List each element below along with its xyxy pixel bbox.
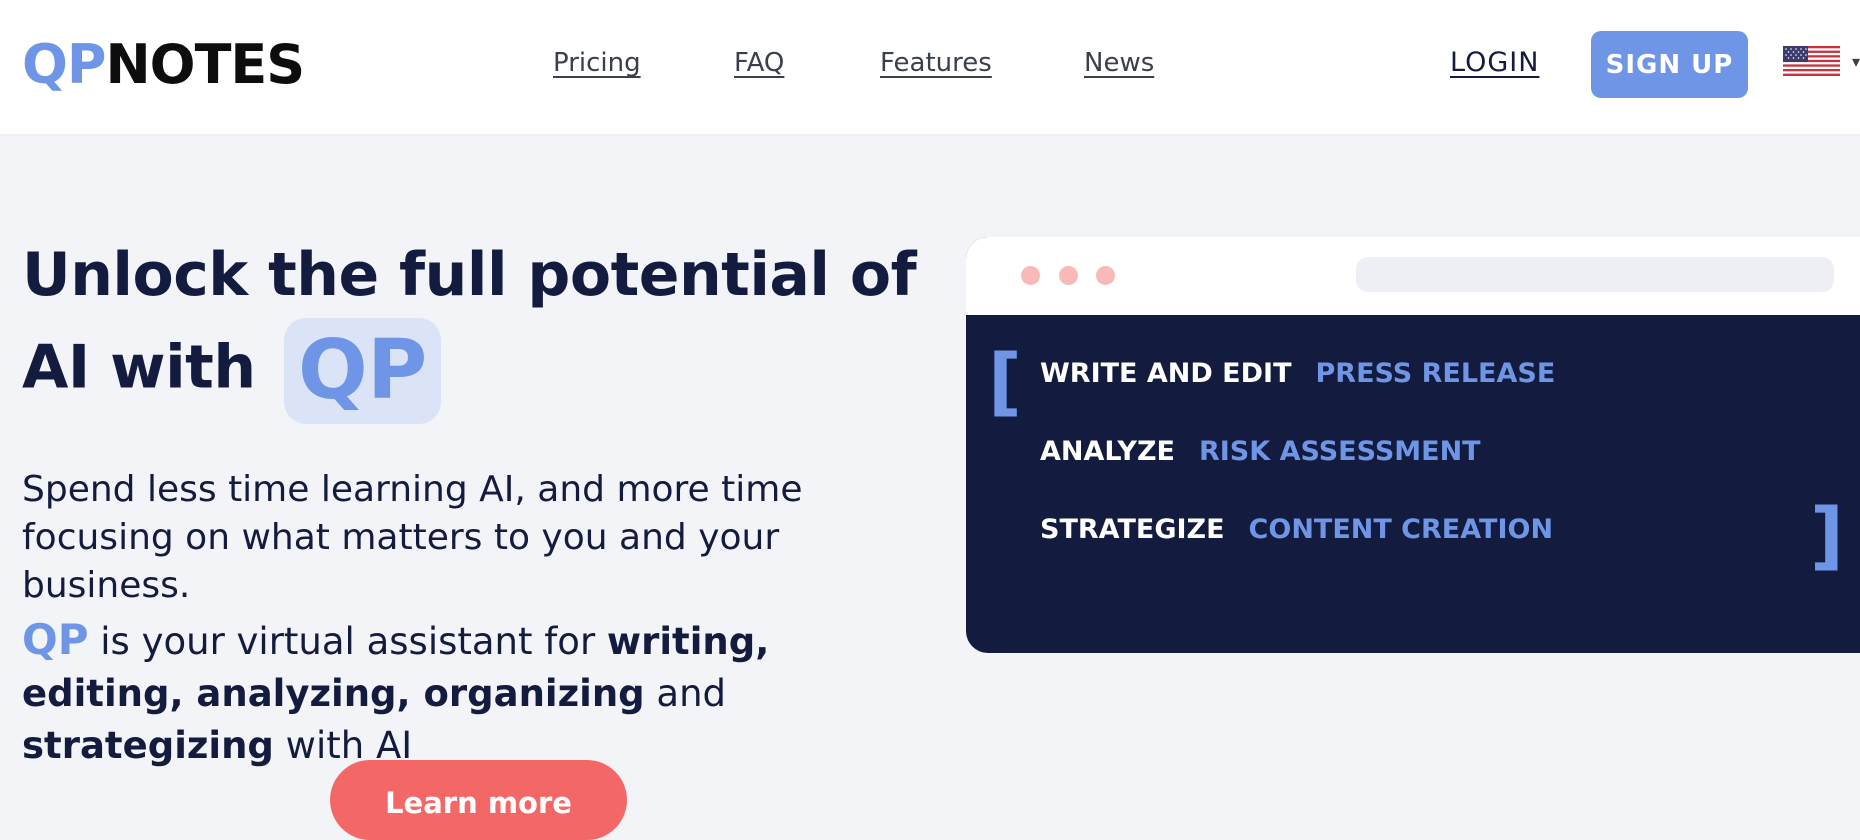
site-logo[interactable]: QPNOTES [22,33,305,97]
signup-button[interactable]: SIGN UP [1591,31,1748,98]
learn-more-button[interactable]: Learn more [330,760,627,840]
hero-headline: Unlock the full potential of AI with QP [22,232,952,424]
hero-tagline: QP is your virtual assistant for writing… [22,614,922,772]
nav-link-features[interactable]: Features [880,46,992,80]
tagline-text-1: is your virtual assistant for [88,620,607,663]
headline-text: Unlock the full potential of AI with [22,240,917,403]
command-row: WRITE AND EDIT PRESS RELEASE [1040,357,1555,391]
open-bracket-icon: [ [988,339,1022,425]
site-header: QPNOTES Pricing FAQ Features News LOGIN … [0,0,1860,136]
nav-link-news[interactable]: News [1084,46,1154,80]
nav-link-pricing[interactable]: Pricing [553,46,641,80]
logo-prefix: QP [22,33,106,96]
login-link[interactable]: LOGIN [1450,46,1539,80]
window-title-bar [966,237,1860,315]
command-verb: WRITE AND EDIT [1040,358,1292,389]
tagline-bold-2: strategizing [22,724,274,767]
logo-suffix: NOTES [105,33,305,96]
headline-qp-highlight: QP [283,318,441,424]
command-object: RISK ASSESSMENT [1198,436,1481,467]
close-bracket-icon: ] [1810,493,1844,579]
hero-subtitle: Spend less time learning AI, and more ti… [22,469,803,606]
us-flag-icon[interactable] [1783,46,1840,76]
window-dot-icon [1096,266,1115,285]
command-row: ANALYZE RISK ASSESSMENT [1040,435,1481,469]
command-object: CONTENT CREATION [1248,514,1554,545]
address-bar [1356,257,1834,292]
command-verb: ANALYZE [1040,436,1175,467]
window-dot-icon [1059,266,1078,285]
window-dot-icon [1021,266,1040,285]
nav-link-faq[interactable]: FAQ [734,46,784,80]
tagline-text-2: and [644,672,727,715]
tagline-brand: QP [22,615,89,664]
demo-window: [ WRITE AND EDIT PRESS RELEASE ANALYZE RIS… [966,237,1860,653]
command-verb: STRATEGIZE [1040,514,1225,545]
caret-down-icon[interactable]: ▾ [1852,52,1860,71]
command-object: PRESS RELEASE [1315,358,1556,389]
command-row: STRATEGIZE CONTENT CREATION [1040,513,1553,547]
